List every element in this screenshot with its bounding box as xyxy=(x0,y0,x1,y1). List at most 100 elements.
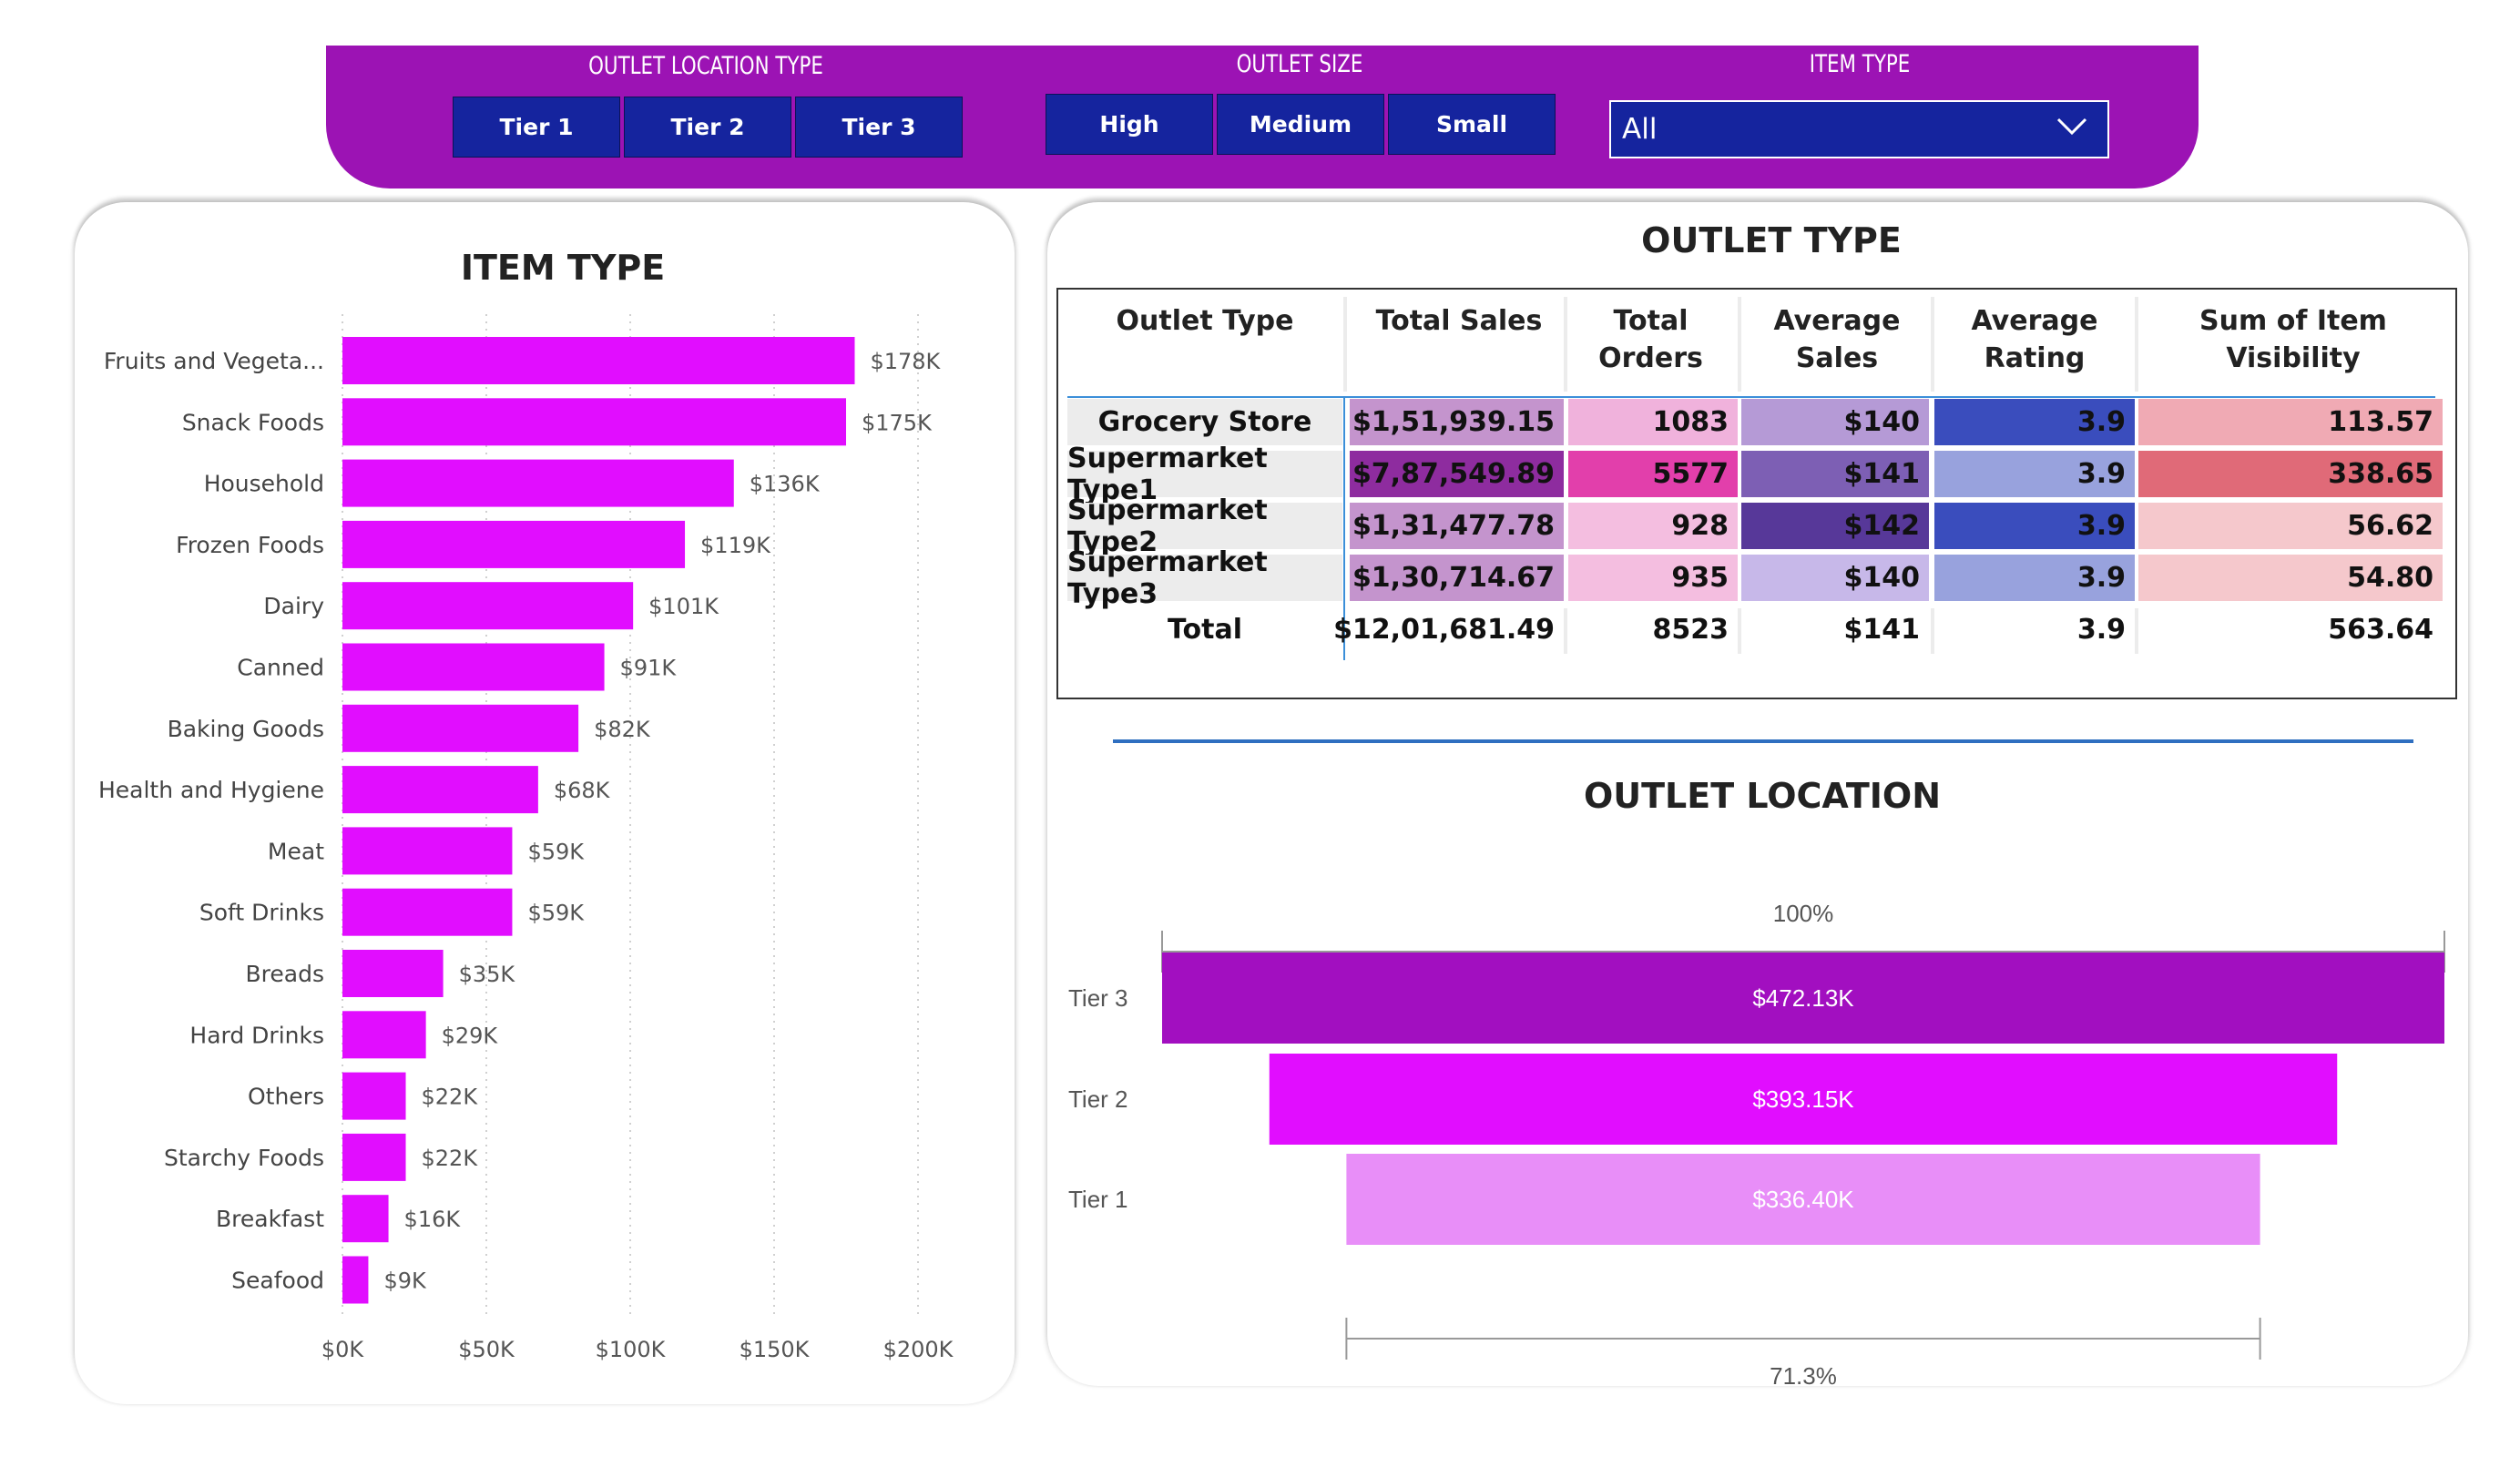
table-cell-total-orders: 928 xyxy=(1568,503,1738,549)
table-total-total-sales: $12,01,681.49 xyxy=(1333,614,1555,646)
x-tick-label: $50K xyxy=(458,1337,515,1362)
category-label: Frozen Foods xyxy=(176,532,324,558)
category-label: Health and Hygiene xyxy=(98,777,324,803)
category-label: Hard Drinks xyxy=(189,1022,324,1048)
funnel-category-label: Tier 2 xyxy=(1068,1085,1128,1113)
table-row-label[interactable]: Supermarket Type1 xyxy=(1067,443,1342,506)
total-row-divider xyxy=(1738,608,1741,654)
table-row-label[interactable]: Supermarket Type3 xyxy=(1067,546,1342,610)
bar[interactable] xyxy=(342,459,734,507)
table-cell-avg-rating: 3.9 xyxy=(1934,555,2135,601)
bar[interactable] xyxy=(342,520,686,568)
bar[interactable] xyxy=(342,1195,389,1243)
table-cell-avg-rating: 3.9 xyxy=(1934,399,2135,445)
bar[interactable] xyxy=(342,1133,406,1181)
outlet-size-title: OUTLET SIZE xyxy=(1236,50,1363,78)
table-cell-avg-sales: $142 xyxy=(1741,503,1929,549)
table-total-visibility: 563.64 xyxy=(2328,614,2433,646)
category-label: Snack Foods xyxy=(182,409,324,435)
data-label: $59K xyxy=(527,901,585,926)
table-cell-avg-rating: 3.9 xyxy=(1934,503,2135,549)
medium-button[interactable]: Medium xyxy=(1217,94,1384,155)
x-tick-label: $200K xyxy=(883,1337,954,1362)
header-divider xyxy=(1738,297,1741,392)
funnel-data-label: $472.13K xyxy=(1752,984,1854,1012)
data-label: $101K xyxy=(648,594,719,619)
data-label: $22K xyxy=(422,1146,479,1171)
bar[interactable] xyxy=(342,1011,426,1059)
funnel-data-label: $393.15K xyxy=(1752,1085,1854,1113)
bar[interactable] xyxy=(342,337,855,384)
table-cell-visibility: 56.62 xyxy=(2138,503,2443,549)
data-label: $29K xyxy=(442,1023,499,1048)
category-label: Soft Drinks xyxy=(199,900,324,926)
tier-2-button[interactable]: Tier 2 xyxy=(624,97,791,158)
data-label: $22K xyxy=(422,1085,479,1110)
bar[interactable] xyxy=(342,827,513,875)
data-label: $175K xyxy=(862,410,933,435)
x-tick-label: $150K xyxy=(740,1337,811,1362)
category-label: Starchy Foods xyxy=(164,1145,324,1171)
header-outlet-type: Outlet Type xyxy=(1116,305,1294,337)
category-label: Seafood xyxy=(231,1268,324,1294)
header-average-rating: Average Rating xyxy=(1971,305,2098,374)
data-label: $35K xyxy=(459,962,516,987)
data-label: $82K xyxy=(594,717,651,742)
table-row-label[interactable]: Grocery Store xyxy=(1067,399,1342,445)
category-label: Canned xyxy=(237,655,324,681)
bar[interactable] xyxy=(342,704,579,752)
bar[interactable] xyxy=(342,582,634,630)
category-label: Breakfast xyxy=(216,1206,324,1232)
section-divider xyxy=(1113,739,2413,743)
item-type-selected-value: All xyxy=(1622,113,1658,146)
header-average-sales: Average Sales xyxy=(1773,305,1901,374)
table-cell-total-orders: 935 xyxy=(1568,555,1738,601)
data-label: $91K xyxy=(620,656,678,681)
bar[interactable] xyxy=(342,766,538,814)
category-label: Fruits and Vegeta... xyxy=(104,348,324,374)
total-row-divider xyxy=(1564,608,1567,654)
bar[interactable] xyxy=(342,950,444,997)
header-total-orders: Total Orders xyxy=(1598,305,1703,374)
table-row-label[interactable]: Supermarket Type2 xyxy=(1067,494,1342,558)
bar[interactable] xyxy=(342,1072,406,1120)
bar[interactable] xyxy=(342,888,513,936)
table-cell-total-orders: 1083 xyxy=(1568,399,1738,445)
data-label: $9K xyxy=(383,1269,427,1294)
category-label: Dairy xyxy=(263,593,324,619)
total-row-divider xyxy=(1931,608,1934,654)
table-cell-avg-sales: $140 xyxy=(1741,555,1929,601)
small-button[interactable]: Small xyxy=(1388,94,1556,155)
high-button[interactable]: High xyxy=(1046,94,1213,155)
funnel-data-label: $336.40K xyxy=(1752,1186,1854,1213)
chevron-down-icon xyxy=(2056,117,2087,136)
tier-3-button[interactable]: Tier 3 xyxy=(795,97,963,158)
funnel-category-label: Tier 3 xyxy=(1068,984,1128,1012)
outlet-type-table: Outlet Type Total Sales Total Orders Ave… xyxy=(1056,288,2457,699)
table-cell-visibility: 54.80 xyxy=(2138,555,2443,601)
table-cell-visibility: 113.57 xyxy=(2138,399,2443,445)
bar[interactable] xyxy=(342,398,846,446)
item-type-dropdown[interactable]: All xyxy=(1609,100,2109,158)
header-underline xyxy=(1067,396,2435,398)
table-cell-avg-sales: $140 xyxy=(1741,399,1929,445)
outlet-location-type-title: OUTLET LOCATION TYPE xyxy=(588,52,823,80)
table-cell-total-sales: $1,31,477.78 xyxy=(1350,503,1564,549)
funnel-top-percent: 100% xyxy=(1773,900,1834,927)
table-total-label: Total xyxy=(1168,614,1242,646)
table-cell-total-sales: $1,30,714.67 xyxy=(1350,555,1564,601)
data-label: $178K xyxy=(870,349,941,374)
category-label: Others xyxy=(248,1084,324,1110)
bar[interactable] xyxy=(342,1256,369,1304)
outlet-type-table-title: OUTLET TYPE xyxy=(1641,220,1902,260)
item-type-filter-title: ITEM TYPE xyxy=(1809,50,1911,78)
item-type-bar-chart: $0K $50K $100K $150K $200K Fruits and Vegeta.… xyxy=(98,314,954,1362)
table-cell-total-sales: $7,87,549.89 xyxy=(1350,451,1564,497)
table-total-avg-rating: 3.9 xyxy=(2076,614,2126,646)
tier-1-button[interactable]: Tier 1 xyxy=(453,97,620,158)
table-cell-avg-rating: 3.9 xyxy=(1934,451,2135,497)
bar[interactable] xyxy=(342,643,605,691)
header-total-sales: Total Sales xyxy=(1375,305,1543,337)
table-cell-total-sales: $1,51,939.15 xyxy=(1350,399,1564,445)
data-label: $68K xyxy=(554,778,611,803)
